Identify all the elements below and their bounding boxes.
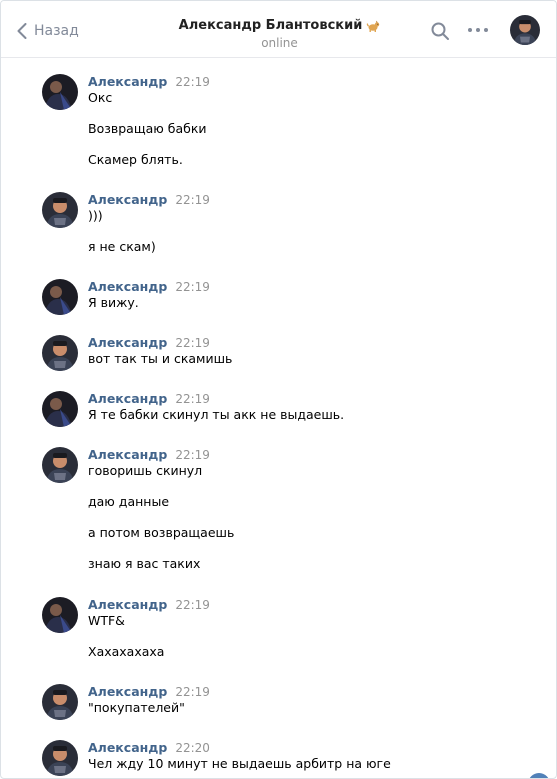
chevron-left-icon [17,23,27,39]
message-list[interactable]: Александр 22:19 Окс Возвращаю бабки Скам… [1,59,556,778]
back-label: Назад [34,23,79,39]
message-text: вот так ты и скамишь [88,351,233,366]
message-text: Чел жду 10 минут не выдаешь арбитр на юг… [88,756,391,771]
search-button[interactable] [430,21,450,41]
back-button[interactable]: Назад [17,19,79,43]
message-body: Александр 22:19 говоришь скинул даю данн… [88,447,518,586]
message-time[interactable]: 22:19 [175,392,210,406]
message-author[interactable]: Александр [88,684,167,699]
message-body: Александр 22:20 Чел жду 10 минут не выда… [88,740,518,778]
more-actions-button[interactable] [468,25,490,35]
message-text: говоришь скинул [88,463,203,478]
message-author[interactable]: Александр [88,447,167,462]
message-text: Я те бабки скинул ты акк не выдаешь. [88,407,345,422]
message-header: Александр 22:19 [88,279,518,294]
avatar[interactable] [42,597,78,633]
peer-status: online [261,36,298,50]
more-horizontal-icon [476,28,480,32]
message-text: "покупателей" [88,700,185,715]
message-text: Возвращаю бабки [88,121,207,136]
message-text: Хахахахаха [88,644,165,659]
avatar[interactable] [42,192,78,228]
message-author[interactable]: Александр [88,192,167,207]
message-author[interactable]: Александр [88,335,167,350]
message-body: Александр 22:19 вот так ты и скамишь [88,335,518,381]
avatar[interactable] [42,391,78,427]
avatar[interactable] [42,684,78,720]
message-text: Я вижу. [88,295,139,310]
message-author[interactable]: Александр [88,597,167,612]
message-body: Александр 22:19 Я вижу. [88,279,518,325]
peer-name-row: Александр Блантовский [179,18,381,33]
message-header: Александр 22:19 [88,74,518,89]
message-text: а потом возвращаешь [88,525,235,540]
message-text: я не скам) [88,239,156,254]
message-author[interactable]: Александр [88,279,167,294]
message-time[interactable]: 22:19 [175,336,210,350]
peer-avatar[interactable] [510,15,540,45]
chat-window: Назад Александр Блантовский online Алекс… [0,0,557,779]
peer-name: Александр Блантовский [178,18,363,33]
message-text: знаю я вас таких [88,556,201,571]
message-body: Александр 22:19 Я те бабки скинул ты акк… [88,391,518,437]
message-header: Александр 22:19 [88,192,518,207]
message-header: Александр 22:20 [88,740,518,755]
message-body: Александр 22:19 WTF& Хахахахаха [88,597,518,674]
avatar[interactable] [42,279,78,315]
message-text: ))) [88,208,103,223]
dog-emoji-icon [367,20,380,32]
message-body: Александр 22:19 Окс Возвращаю бабки Скам… [88,74,518,182]
message-text: Скамер блять. [88,152,183,167]
message-header: Александр 22:19 [88,447,518,462]
message-header: Александр 22:19 [88,597,518,612]
more-horizontal-icon [484,28,488,32]
avatar[interactable] [42,740,78,776]
message-time[interactable]: 22:19 [175,448,210,462]
message-time[interactable]: 22:19 [175,280,210,294]
message-author[interactable]: Александр [88,391,167,406]
avatar[interactable] [42,335,78,371]
message-time[interactable]: 22:19 [175,193,210,207]
message-header: Александр 22:19 [88,391,518,406]
chat-header: Назад Александр Блантовский online [1,1,556,58]
peer-info[interactable]: Александр Блантовский online [151,14,408,50]
message-time[interactable]: 22:19 [175,685,210,699]
avatar[interactable] [42,74,78,110]
avatar[interactable] [42,447,78,483]
message-time[interactable]: 22:19 [175,75,210,89]
more-horizontal-icon [468,28,472,32]
message-author[interactable]: Александр [88,740,167,755]
message-text: Окс [88,90,113,105]
search-icon [431,22,449,40]
message-header: Александр 22:19 [88,684,518,699]
message-body: Александр 22:19 ))) я не скам) [88,192,518,269]
message-body: Александр 22:19 "покупателей" [88,684,518,730]
message-header: Александр 22:19 [88,335,518,350]
message-time[interactable]: 22:19 [175,598,210,612]
message-time[interactable]: 22:20 [175,741,210,755]
message-author[interactable]: Александр [88,74,167,89]
message-text: даю данные [88,494,170,509]
message-text: WTF& [88,613,125,628]
